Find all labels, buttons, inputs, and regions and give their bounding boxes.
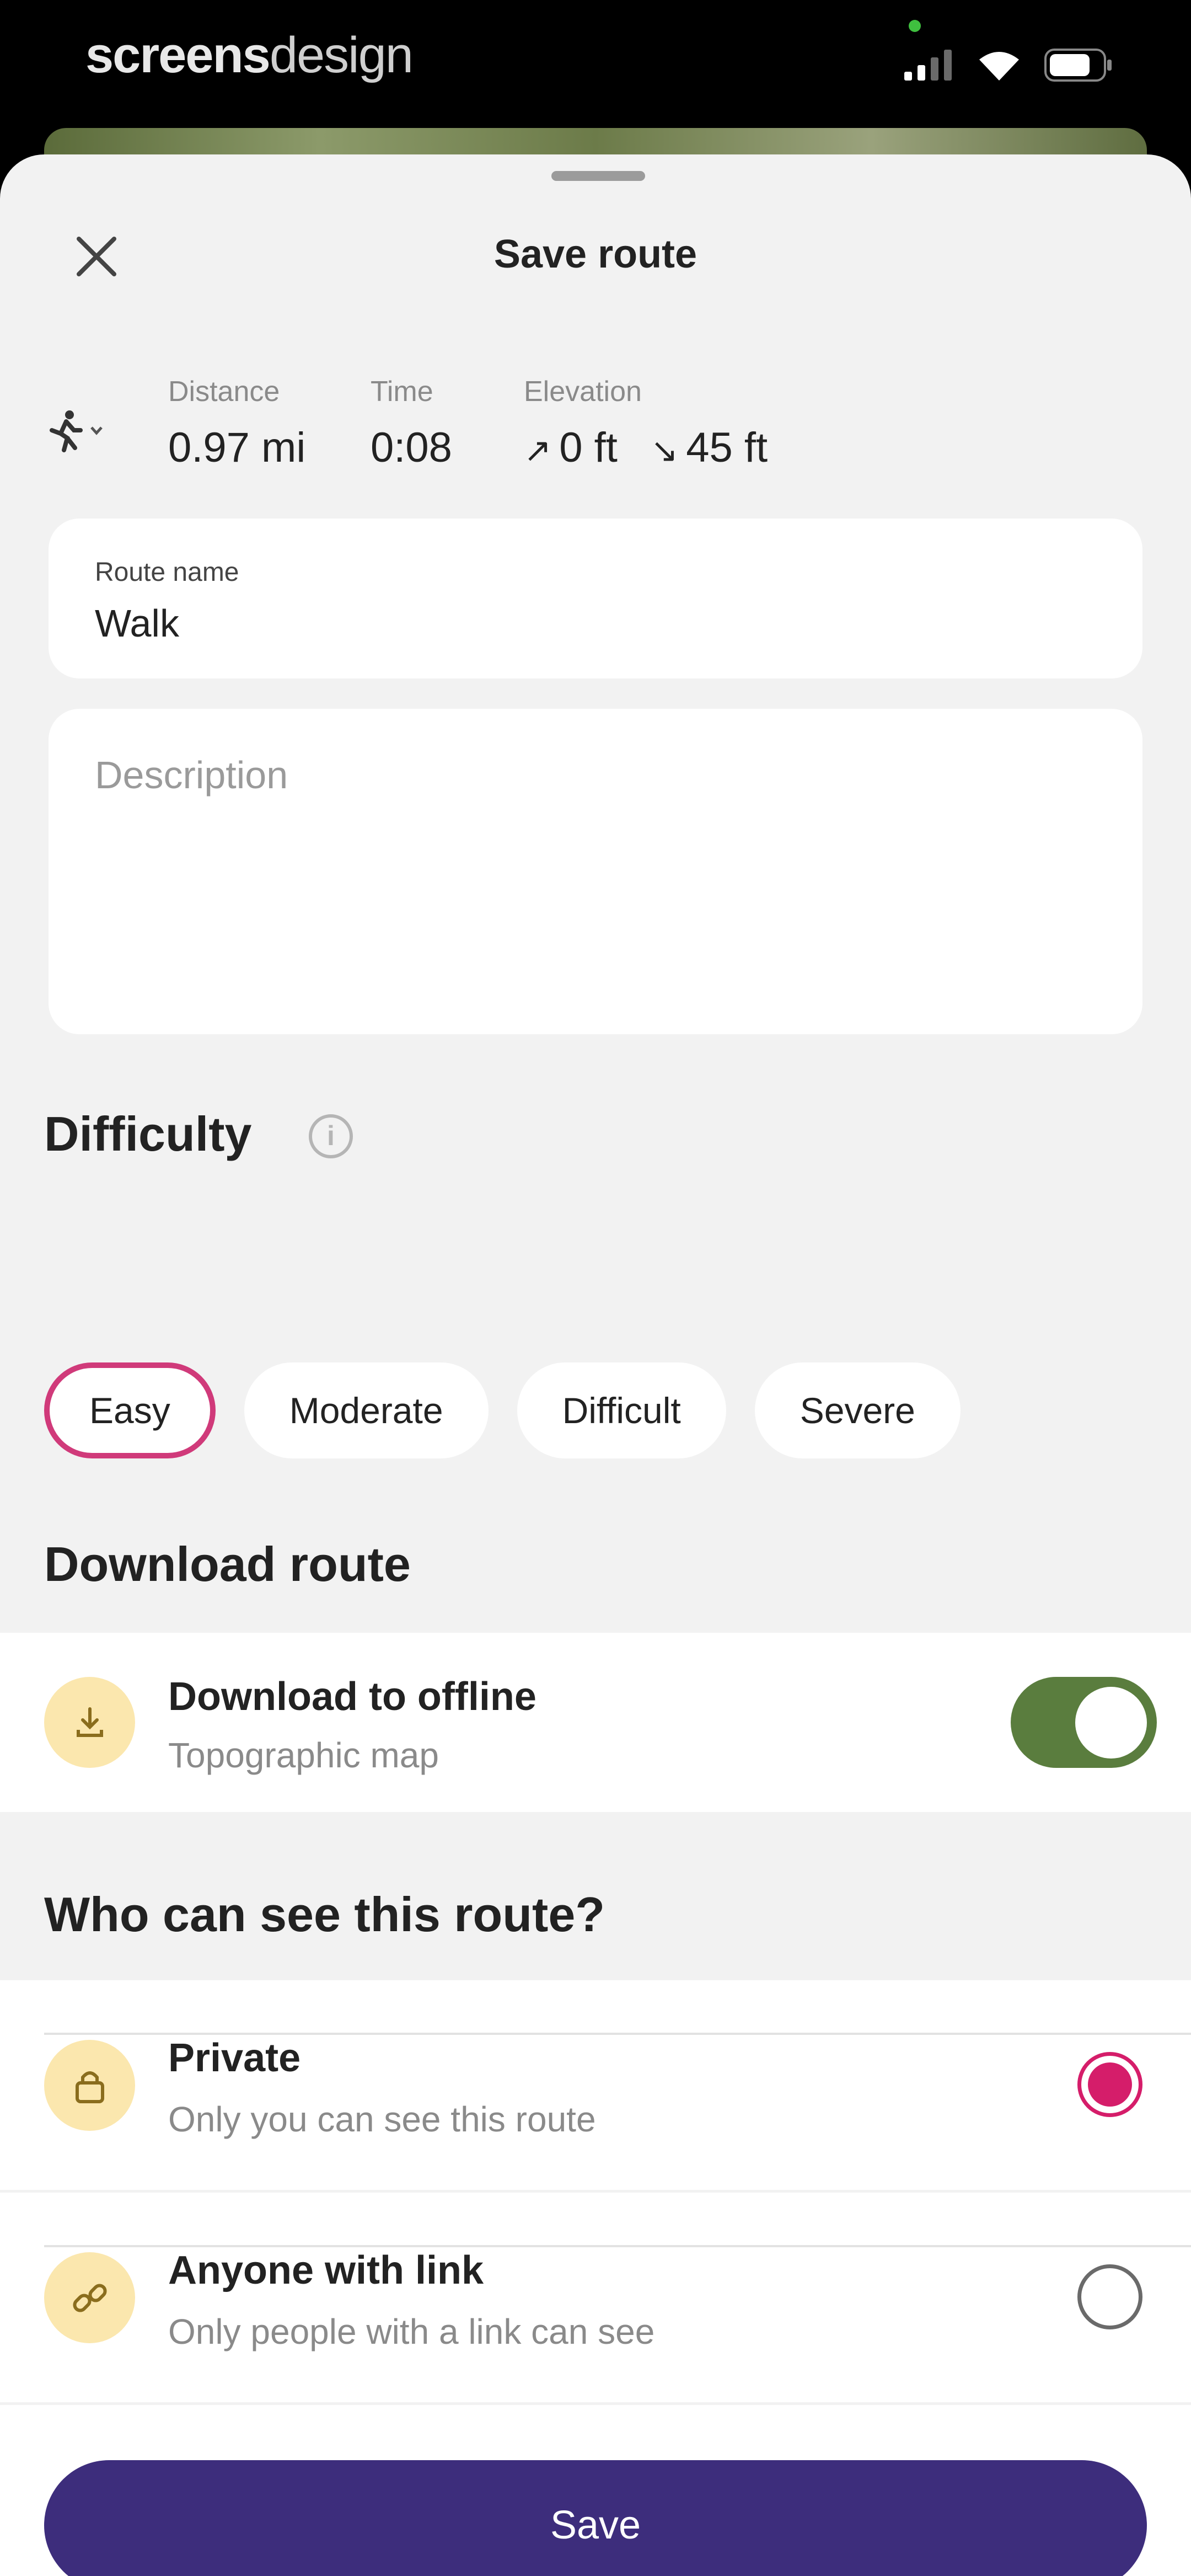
stat-elevation: Elevation ↗ 0 ft ↘ 45 ft xyxy=(524,375,768,472)
description-placeholder: Description xyxy=(95,753,288,797)
signal-icon xyxy=(904,50,952,81)
info-icon[interactable]: i xyxy=(309,1114,353,1158)
difficulty-options: Easy Moderate Difficult Severe xyxy=(44,1362,961,1458)
elevation-loss: ↘ 45 ft xyxy=(650,424,768,471)
arrow-up-right-icon: ↗ xyxy=(524,432,552,469)
visibility-option-title: Private xyxy=(168,2036,301,2080)
route-name-field[interactable]: Route name Walk xyxy=(49,519,1142,678)
route-name-label: Route name xyxy=(95,558,239,587)
download-icon-badge xyxy=(44,1677,135,1768)
visibility-option-title: Anyone with link xyxy=(168,2248,484,2292)
footer: Save xyxy=(0,2405,1191,2576)
link-icon-badge xyxy=(44,2252,135,2343)
download-route-title: Download route xyxy=(44,1537,411,1591)
stat-value: 0:08 xyxy=(371,424,452,471)
sheet-title: Save route xyxy=(493,232,698,276)
difficulty-chip-moderate[interactable]: Moderate xyxy=(244,1362,489,1458)
save-route-sheet: Save route Distance 0.97 mi Time 0:08 El… xyxy=(0,154,1191,2576)
download-row-title: Download to offline xyxy=(168,1675,537,1719)
watermark-logo: screensdesign xyxy=(85,27,414,83)
status-icons xyxy=(904,49,1114,82)
divider xyxy=(44,2033,1191,2035)
lock-icon-badge xyxy=(44,2040,135,2131)
camera-indicator-dot xyxy=(909,20,921,32)
elevation-gain: ↗ 0 ft xyxy=(524,424,618,471)
arrow-down-right-icon: ↘ xyxy=(650,432,679,469)
difficulty-chip-severe[interactable]: Severe xyxy=(754,1362,961,1458)
divider xyxy=(44,2245,1191,2247)
stat-value: 0.97 mi xyxy=(168,424,306,471)
lock-icon xyxy=(75,2071,104,2103)
chevron-down-icon xyxy=(90,426,103,435)
visibility-title: Who can see this route? xyxy=(44,1887,605,1942)
status-bar: screensdesign xyxy=(0,0,1191,132)
difficulty-title: Difficulty xyxy=(44,1107,252,1161)
visibility-option-anyone-with-link[interactable]: Anyone with link Only people with a link… xyxy=(0,2193,1191,2402)
radio-anyone-with-link[interactable] xyxy=(1077,2264,1142,2329)
sheet-grabber[interactable] xyxy=(551,171,645,181)
radio-private[interactable] xyxy=(1077,2052,1142,2117)
download-row-subtitle: Topographic map xyxy=(168,1735,439,1775)
download-icon xyxy=(76,1707,103,1737)
stat-distance: Distance 0.97 mi xyxy=(168,375,305,472)
download-offline-toggle[interactable] xyxy=(1011,1677,1157,1768)
activity-type-selector[interactable] xyxy=(44,405,121,455)
stat-time: Time 0:08 xyxy=(371,375,452,472)
battery-icon xyxy=(1044,49,1112,82)
download-offline-row[interactable]: Download to offline Topographic map xyxy=(0,1633,1191,1812)
hiker-icon xyxy=(50,410,83,452)
link-icon xyxy=(72,2283,107,2312)
difficulty-chip-easy[interactable]: Easy xyxy=(44,1362,216,1458)
stat-label: Time xyxy=(371,376,433,408)
screen: screensdesign Save route Distance 0.97 m… xyxy=(0,0,1191,2576)
route-name-value[interactable]: Walk xyxy=(95,601,179,645)
toggle-knob xyxy=(1075,1687,1147,1759)
stat-label: Elevation xyxy=(524,376,642,408)
save-button[interactable]: Save xyxy=(44,2460,1147,2576)
description-field[interactable]: Description xyxy=(49,709,1142,1034)
stat-label: Distance xyxy=(168,376,280,408)
wifi-icon xyxy=(979,52,1019,81)
visibility-option-subtitle: Only people with a link can see xyxy=(168,2312,655,2351)
visibility-option-private[interactable]: Private Only you can see this route xyxy=(0,1980,1191,2190)
visibility-option-subtitle: Only you can see this route xyxy=(168,2099,596,2139)
difficulty-chip-difficult[interactable]: Difficult xyxy=(517,1362,726,1458)
